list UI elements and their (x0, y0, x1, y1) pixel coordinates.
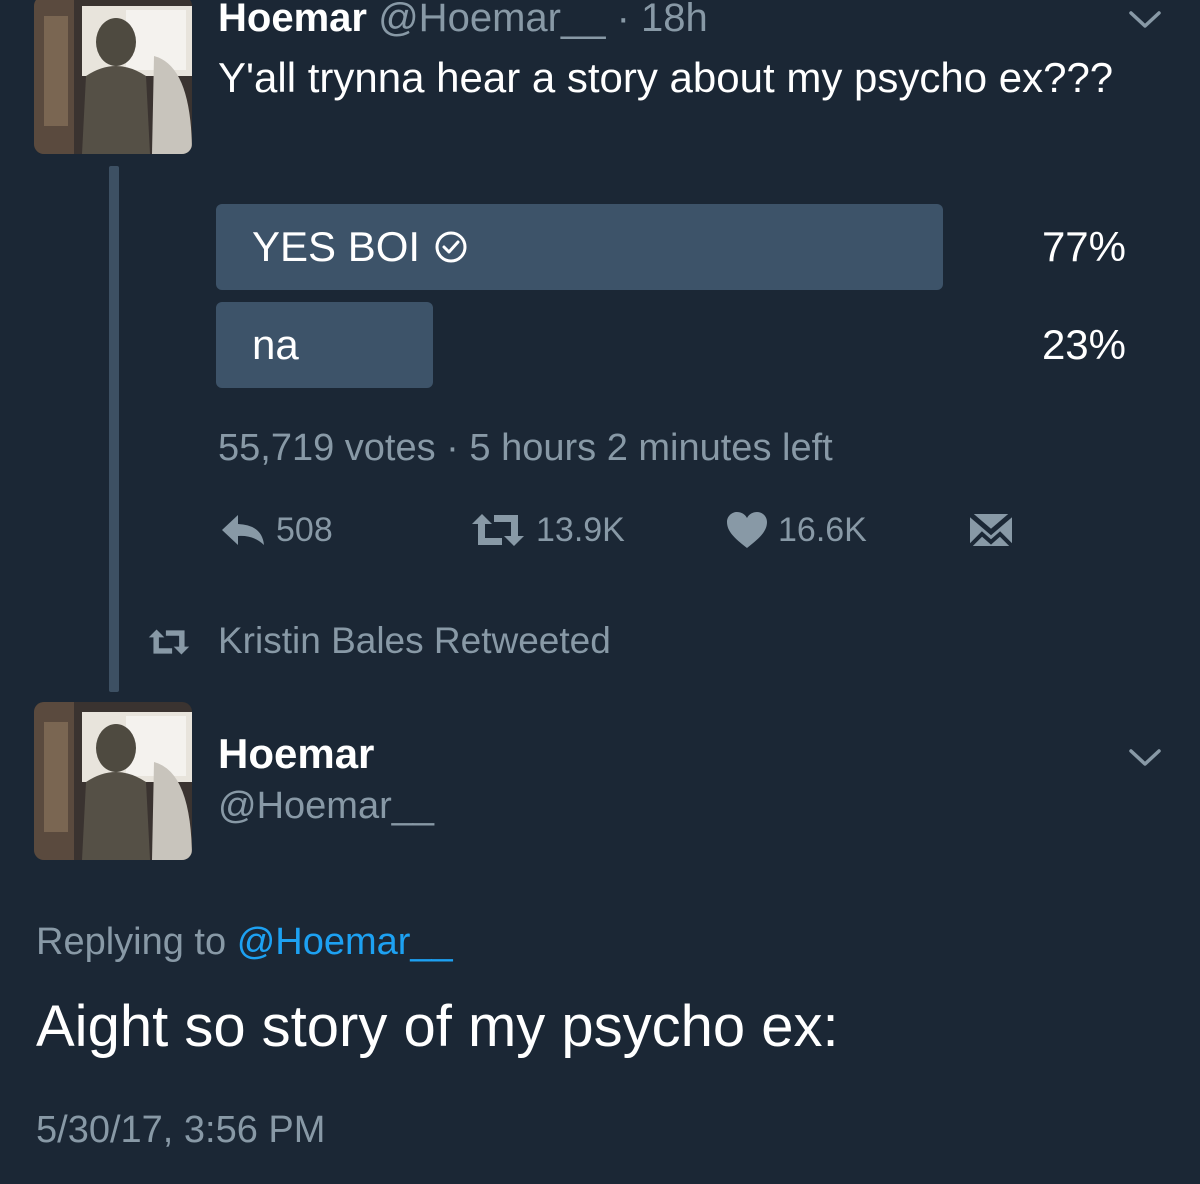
user-handle[interactable]: @Hoemar__ (218, 782, 434, 830)
poll-time-left: 5 hours 2 minutes left (469, 427, 833, 469)
chevron-down-icon[interactable] (1128, 10, 1162, 30)
reply-icon (222, 515, 264, 545)
like-button[interactable]: 16.6K (726, 505, 867, 555)
reply-button[interactable]: 508 (220, 505, 333, 555)
replying-to-prefix: Replying to (36, 921, 227, 963)
poll-meta: 55,719 votes · 5 hours 2 minutes left (218, 424, 833, 472)
poll-option[interactable]: na 23% (216, 302, 1126, 388)
avatar[interactable] (34, 702, 192, 860)
check-circle-icon (435, 231, 467, 263)
like-count: 16.6K (778, 510, 867, 549)
poll-option-label: YES BOI (252, 204, 468, 290)
poll-percent: 77% (1041, 223, 1126, 270)
tweet-time[interactable]: 18h (641, 0, 708, 40)
poll-option-text: na (252, 321, 299, 368)
retweet-icon (148, 629, 190, 655)
poll-votes: 55,719 votes (218, 427, 436, 469)
avatar-photo (34, 702, 192, 860)
poll-meta-separator: · (446, 427, 459, 469)
retweet-button[interactable]: 13.9K (470, 505, 625, 555)
timeline: Hoemar @Hoemar__ · 18h Y'all trynna hear… (0, 0, 1200, 1184)
poll-option-label: na (252, 302, 299, 388)
poll-percent: 23% (1041, 321, 1126, 368)
retweet-icon (472, 514, 524, 546)
avatar-photo (34, 0, 192, 154)
tweet-text: Aight so story of my psycho ex: (36, 994, 839, 1059)
poll-option-text: YES BOI (252, 223, 421, 270)
header-separator: · (616, 0, 630, 40)
retweeted-by-text[interactable]: Kristin Bales Retweeted (218, 616, 611, 666)
tweet-timestamp[interactable]: 5/30/17, 3:56 PM (36, 1106, 325, 1154)
tweet-text: Y'all trynna hear a story about my psych… (218, 54, 1114, 101)
chevron-down-icon[interactable] (1128, 748, 1162, 768)
reply-count: 508 (276, 510, 333, 549)
envelope-icon (968, 512, 1014, 548)
poll-result-bar (216, 302, 433, 388)
mention-link[interactable]: @Hoemar__ (237, 921, 453, 963)
avatar[interactable] (34, 0, 192, 154)
display-name[interactable]: Hoemar (218, 728, 374, 780)
replying-to: Replying to @Hoemar__ (36, 918, 453, 966)
poll-option[interactable]: YES BOI 77% (216, 204, 1126, 290)
thread-connector (109, 166, 119, 692)
tweet-header: Hoemar @Hoemar__ · 18h (218, 0, 708, 42)
display-name[interactable]: Hoemar (218, 0, 367, 40)
heart-icon (727, 512, 767, 548)
retweet-count: 13.9K (536, 510, 625, 549)
direct-message-button[interactable] (968, 505, 1024, 555)
user-handle[interactable]: @Hoemar__ (378, 0, 605, 40)
